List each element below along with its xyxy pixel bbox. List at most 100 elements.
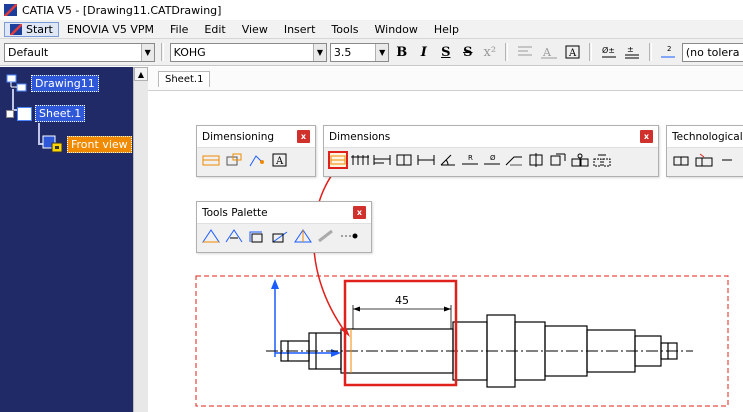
- start-icon: [10, 23, 22, 35]
- point-icon[interactable]: [339, 227, 359, 245]
- tolerance-select[interactable]: (no tolera: [681, 42, 743, 62]
- thread-dimension-icon[interactable]: [526, 151, 546, 169]
- more-icon[interactable]: [717, 151, 737, 169]
- dimension-tool-icon[interactable]: [201, 151, 221, 169]
- svg-text:A: A: [542, 46, 552, 59]
- chamfer-dimension-icon[interactable]: [504, 151, 524, 169]
- palette-title[interactable]: Dimensioning x: [197, 126, 315, 148]
- view-frame[interactable]: [195, 275, 729, 407]
- dimension-arrow-icon: [444, 306, 451, 312]
- toolbar-grip[interactable]: [589, 43, 593, 61]
- align-left-icon[interactable]: [514, 42, 535, 62]
- toolbar-grip[interactable]: [648, 43, 652, 61]
- boxed-text-icon[interactable]: A: [562, 42, 583, 62]
- text-frame-icon[interactable]: A: [538, 42, 559, 62]
- collapse-icon[interactable]: [6, 109, 14, 118]
- detect-intersection-icon[interactable]: [316, 227, 336, 245]
- menu-edit[interactable]: Edit: [196, 23, 233, 36]
- chain-dimension-icon[interactable]: [224, 151, 244, 169]
- tree-label-drawing[interactable]: Drawing11: [31, 74, 99, 92]
- menu-enovia[interactable]: ENOVIA V5 VPM: [59, 23, 162, 36]
- axis-arrow-icon: [271, 279, 279, 289]
- tree-label-front-view[interactable]: Front view: [67, 135, 132, 153]
- force-vertical-icon[interactable]: [270, 227, 290, 245]
- cumulated-dimensions-icon[interactable]: [372, 151, 392, 169]
- chevron-down-icon[interactable]: ▼: [312, 43, 326, 61]
- bold-button[interactable]: B: [392, 42, 411, 62]
- dimension-value[interactable]: 45: [395, 294, 409, 307]
- chevron-down-icon[interactable]: ▼: [140, 43, 154, 61]
- tools-palette[interactable]: Tools Palette x: [196, 201, 372, 253]
- menu-window[interactable]: Window: [367, 23, 426, 36]
- svg-text:2: 2: [667, 45, 671, 53]
- tree-node-drawing[interactable]: Drawing11: [6, 74, 99, 92]
- coordinate-dimension-icon[interactable]: [548, 151, 568, 169]
- toolbar-grip[interactable]: [505, 43, 509, 61]
- length-distance-icon[interactable]: [416, 151, 436, 169]
- menu-help[interactable]: Help: [426, 23, 467, 36]
- palette-title[interactable]: Tools Palette x: [197, 202, 371, 224]
- true-length-icon[interactable]: [293, 227, 313, 245]
- force-horizontal-icon[interactable]: [247, 227, 267, 245]
- svg-text:R: R: [468, 154, 473, 162]
- text-style-icon[interactable]: ±: [622, 42, 643, 62]
- tree-scrollbar[interactable]: ▲: [133, 67, 148, 412]
- force-dimension-icon[interactable]: [224, 227, 244, 245]
- chained-dimensions-icon[interactable]: [350, 151, 370, 169]
- palette-title[interactable]: Dimensions x: [324, 126, 658, 148]
- strikethrough-button[interactable]: S: [458, 42, 477, 62]
- menu-view[interactable]: View: [234, 23, 276, 36]
- projected-dimension-icon[interactable]: [201, 227, 221, 245]
- palette-title[interactable]: Technological: [667, 126, 743, 148]
- tree-node-front-view[interactable]: Front view: [42, 135, 132, 153]
- geometric-tolerance-icon[interactable]: [694, 151, 714, 169]
- underline-button[interactable]: S: [436, 42, 455, 62]
- dimensions-button[interactable]: [328, 151, 348, 169]
- catia-logo-icon: [4, 4, 17, 16]
- chevron-down-icon[interactable]: ▼: [375, 43, 389, 61]
- close-icon[interactable]: x: [353, 206, 366, 219]
- toolbar-grip[interactable]: [160, 43, 164, 61]
- tree-label-sheet[interactable]: Sheet.1: [35, 105, 86, 122]
- svg-text:A: A: [275, 156, 284, 167]
- menu-file[interactable]: File: [162, 23, 196, 36]
- style-select[interactable]: Default ▼: [4, 42, 155, 62]
- tree-node-sheet[interactable]: Sheet.1: [6, 105, 86, 122]
- symbol-insert-icon[interactable]: Ø±: [598, 42, 619, 62]
- hole-dimension-table-icon[interactable]: [570, 151, 590, 169]
- sheet-icon: [17, 106, 32, 121]
- svg-text:A: A: [568, 48, 577, 59]
- tolerance-icon[interactable]: 2: [658, 42, 679, 62]
- axis-arrow-icon: [331, 349, 341, 357]
- dimensioning-toolbar[interactable]: Dimensioning x A: [196, 125, 316, 177]
- specification-tree: Drawing11 Sheet.1 Front view: [0, 67, 148, 412]
- angle-dimension-icon[interactable]: [438, 151, 458, 169]
- stacked-dimensions-icon[interactable]: [394, 151, 414, 169]
- close-icon[interactable]: x: [297, 130, 310, 143]
- menu-start[interactable]: Start: [4, 21, 59, 37]
- datum-feature-icon[interactable]: [671, 151, 691, 169]
- tree-branch-line: [38, 123, 40, 143]
- dimensions-toolbar[interactable]: Dimensions x R Ø: [323, 125, 659, 177]
- svg-text:Ø±: Ø±: [602, 45, 615, 55]
- font-size-select[interactable]: 3.5 ▼: [329, 42, 390, 62]
- menu-tools[interactable]: Tools: [323, 23, 366, 36]
- leader-icon[interactable]: [247, 151, 267, 169]
- scroll-up-icon[interactable]: ▲: [134, 67, 148, 81]
- technological-toolbar[interactable]: Technological: [666, 125, 743, 177]
- text-annotation-icon[interactable]: A: [270, 151, 290, 169]
- text-properties-toolbar: Default ▼ KOHG ▼ 3.5 ▼ B I S S x² A A Ø±…: [0, 39, 743, 66]
- superscript-icon[interactable]: x²: [480, 42, 499, 62]
- radius-dimension-icon[interactable]: R: [460, 151, 480, 169]
- menu-insert[interactable]: Insert: [276, 23, 324, 36]
- drawing-canvas[interactable]: Sheet.1 45 Dimensioning x A Dimensions x…: [148, 67, 743, 412]
- svg-text:Ø: Ø: [490, 154, 496, 162]
- menu-bar: Start ENOVIA V5 VPM File Edit View Inser…: [0, 20, 743, 39]
- window-title: CATIA V5 - [Drawing11.CATDrawing]: [22, 3, 222, 17]
- italic-button[interactable]: I: [414, 42, 433, 62]
- svg-text:±: ±: [627, 45, 634, 54]
- close-icon[interactable]: x: [640, 130, 653, 143]
- diameter-dimension-icon[interactable]: Ø: [482, 151, 502, 169]
- point-coordinates-icon[interactable]: [592, 151, 612, 169]
- font-select[interactable]: KOHG ▼: [169, 42, 327, 62]
